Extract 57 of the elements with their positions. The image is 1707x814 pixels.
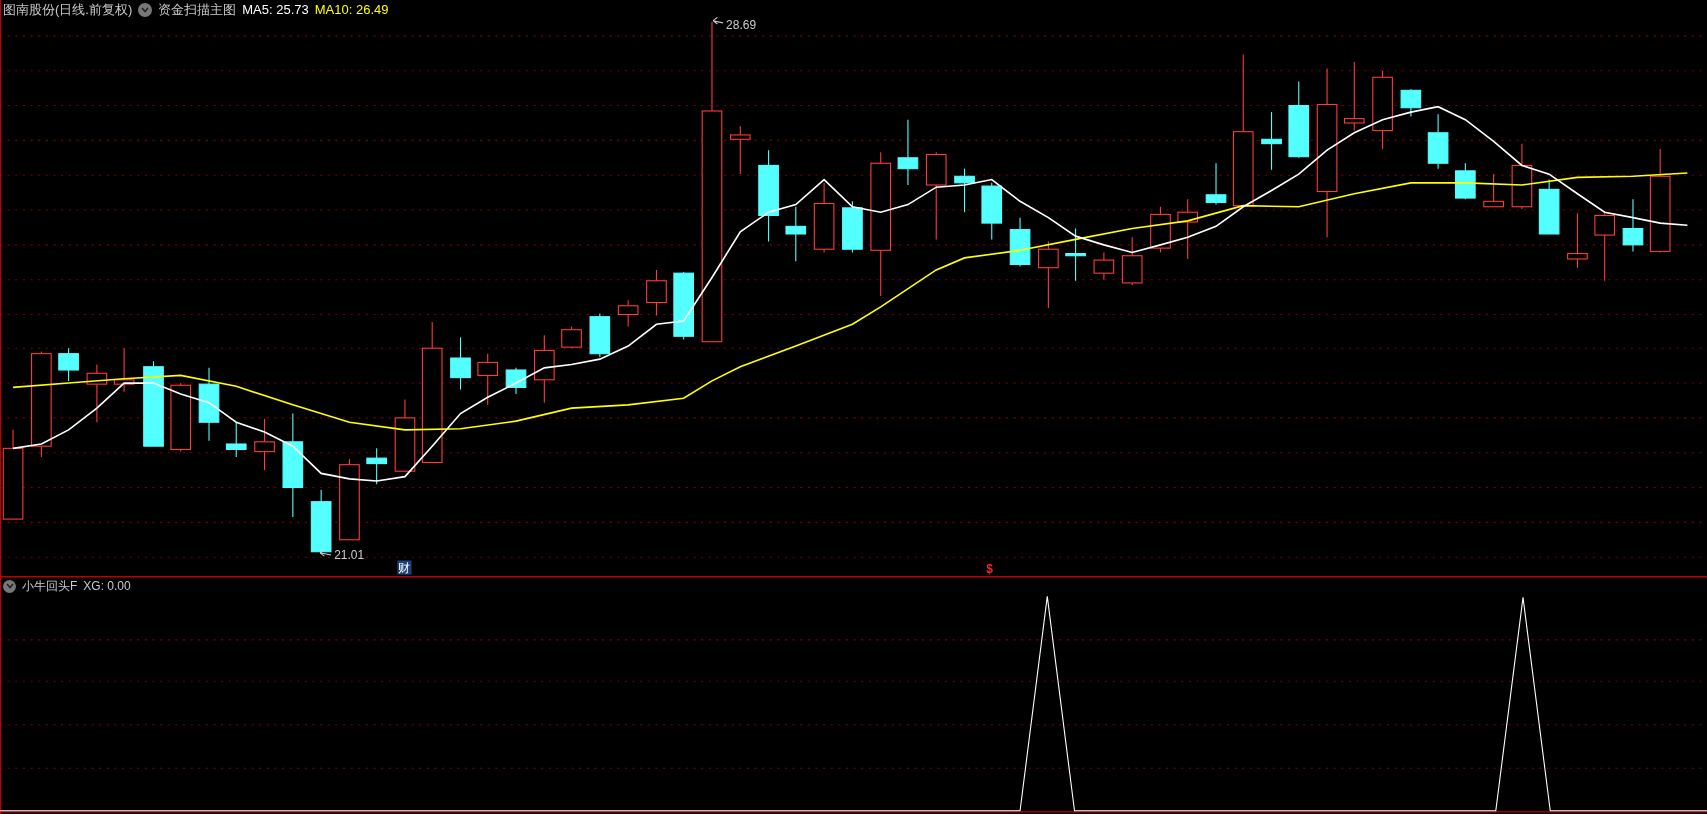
- candlestick: [842, 200, 863, 253]
- candlestick: [1427, 113, 1449, 170]
- candlestick: [561, 325, 582, 349]
- candlestick: [1343, 61, 1365, 132]
- candlestick: [1121, 236, 1143, 286]
- dropdown-icon[interactable]: [138, 3, 153, 17]
- candlestick: [646, 269, 667, 317]
- candlestick: [729, 125, 751, 175]
- candlestick: [1567, 212, 1588, 269]
- arrow-icon: [319, 549, 332, 557]
- candlestick: [1093, 251, 1115, 281]
- candlestick: [589, 312, 611, 358]
- candlestick: [534, 334, 555, 404]
- ma-reading: MA5: 25.73: [242, 1, 309, 19]
- ma-reading: MA10: 26.49: [314, 1, 389, 19]
- candlestick: [366, 447, 387, 485]
- candlestick: [785, 206, 807, 262]
- indicator-reading: XG: 0.00: [83, 578, 131, 595]
- candlestick: [954, 168, 975, 213]
- candlestick: [1594, 212, 1615, 282]
- candlestick: [477, 353, 499, 406]
- candlestick: [58, 347, 79, 382]
- dollar-marker[interactable]: $: [986, 562, 993, 577]
- candlestick: [1538, 179, 1560, 235]
- candlestick: [1150, 206, 1171, 253]
- candlestick: [1009, 217, 1031, 268]
- finance-marker[interactable]: 财: [397, 560, 412, 576]
- candlestick: [86, 364, 108, 423]
- dropdown-icon[interactable]: [3, 579, 16, 593]
- candlestick: [225, 421, 247, 458]
- candlestick: [1511, 143, 1533, 210]
- candlestick: [170, 382, 192, 453]
- indicator-title: 小牛回头F: [22, 578, 78, 595]
- candlestick: [897, 119, 919, 186]
- candlestick: [1177, 198, 1199, 260]
- candlestick: [1065, 228, 1086, 282]
- candlestick: [1483, 173, 1504, 208]
- candlestick: [254, 418, 275, 471]
- candlestick: [1454, 162, 1476, 200]
- candlestick: [1205, 162, 1227, 206]
- candlestick: [813, 182, 835, 253]
- candlestick: [981, 182, 1003, 240]
- candlestick: [505, 367, 527, 395]
- arrow-icon: [712, 16, 724, 25]
- candlestick: [1038, 241, 1059, 309]
- candlestick: [617, 299, 639, 327]
- candlestick: [113, 347, 135, 393]
- candlestick: [1261, 111, 1282, 171]
- low-price-label: 21.01: [334, 548, 365, 563]
- candlestick: [673, 271, 694, 341]
- high-price-label: 28.69: [726, 18, 757, 33]
- candlestick: [450, 336, 471, 391]
- candlestick: [1400, 88, 1422, 117]
- indicator-name: 资金扫描主图: [158, 1, 237, 19]
- stock-title: 图南股份(日线.前复权): [3, 1, 133, 19]
- candlestick: [1622, 198, 1644, 252]
- candlestick: [310, 489, 332, 555]
